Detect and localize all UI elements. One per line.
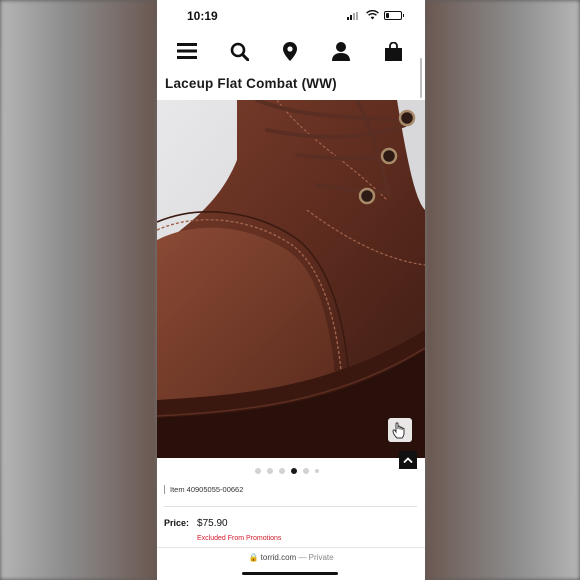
boot-image bbox=[157, 100, 425, 458]
promo-exclusion-note: Excluded From Promotions bbox=[197, 535, 282, 542]
status-time: 10:19 bbox=[187, 9, 218, 23]
browser-domain: torrid.com bbox=[260, 553, 297, 562]
carousel-dot[interactable] bbox=[279, 468, 285, 474]
carousel-pagination bbox=[255, 468, 319, 474]
location-pin-icon[interactable] bbox=[278, 39, 302, 63]
carousel-dot[interactable] bbox=[255, 468, 261, 474]
shopping-bag-icon[interactable] bbox=[381, 39, 405, 63]
lock-icon: 🔒 bbox=[248, 553, 259, 562]
item-divider-bar bbox=[164, 485, 165, 494]
product-image-carousel[interactable] bbox=[157, 100, 425, 458]
carousel-dot[interactable] bbox=[267, 468, 273, 474]
wifi-icon bbox=[366, 10, 379, 20]
phone-screen: 10:19 Laceup Flat Combat (WW) Item 40905… bbox=[157, 0, 425, 580]
browser-private-label: — Private bbox=[298, 553, 334, 562]
carousel-dot[interactable] bbox=[315, 469, 319, 473]
price-value: $75.90 bbox=[197, 518, 228, 529]
item-number: Item 40905055-00662 bbox=[170, 485, 244, 494]
background-blur-right bbox=[425, 0, 580, 580]
battery-icon bbox=[384, 11, 404, 20]
item-number-row: Item 40905055-00662 bbox=[164, 485, 243, 494]
home-indicator[interactable] bbox=[242, 572, 338, 575]
account-icon[interactable] bbox=[329, 39, 353, 63]
background-blur-left bbox=[0, 0, 157, 580]
price-row: Price: $75.90 bbox=[164, 518, 228, 529]
scrollbar[interactable] bbox=[420, 58, 422, 98]
cellular-signal-icon bbox=[347, 12, 358, 20]
chevron-up-icon bbox=[403, 457, 413, 463]
price-label: Price: bbox=[164, 518, 190, 528]
search-icon[interactable] bbox=[227, 39, 251, 63]
status-bar: 10:19 bbox=[157, 0, 425, 34]
browser-divider bbox=[157, 547, 425, 548]
carousel-dot[interactable] bbox=[291, 468, 297, 474]
section-divider bbox=[164, 506, 417, 507]
browser-url-bar[interactable]: 🔒 torrid.com — Private bbox=[157, 553, 425, 562]
zoom-hand-icon[interactable] bbox=[388, 418, 412, 442]
carousel-dot[interactable] bbox=[303, 468, 309, 474]
back-to-top-button[interactable] bbox=[399, 451, 417, 469]
menu-icon[interactable] bbox=[175, 39, 199, 63]
top-navigation bbox=[157, 36, 425, 66]
product-title: Laceup Flat Combat (WW) bbox=[165, 76, 337, 91]
